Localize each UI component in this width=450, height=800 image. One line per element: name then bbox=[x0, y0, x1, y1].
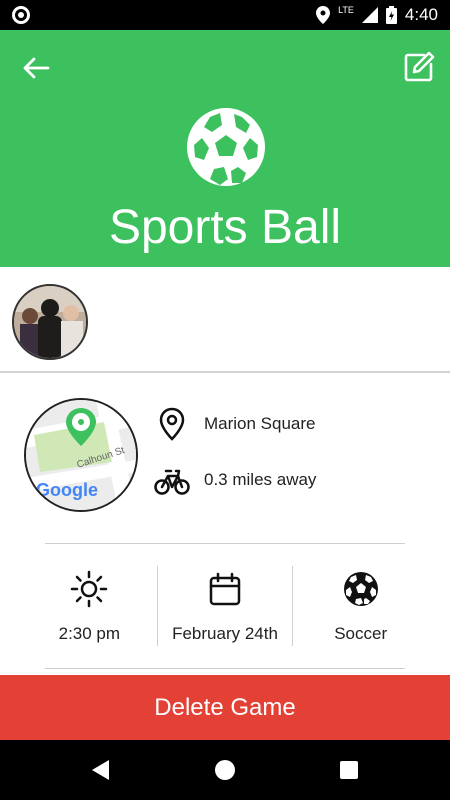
nav-back-icon[interactable] bbox=[92, 760, 109, 780]
network-type: LTE bbox=[338, 5, 354, 15]
nav-recents-icon[interactable] bbox=[340, 761, 358, 779]
divider bbox=[45, 543, 405, 544]
place-name: Marion Square bbox=[204, 414, 316, 433]
game-detail-screen: LTE 4:40 Sports Ball Calhoun St Google M… bbox=[0, 0, 450, 800]
delete-game-button[interactable]: Delete Game bbox=[0, 675, 450, 740]
google-logo: Google bbox=[36, 480, 98, 500]
calendar-icon bbox=[209, 572, 241, 606]
sport-detail: Soccer bbox=[292, 566, 428, 646]
nav-home-icon[interactable] bbox=[215, 760, 235, 780]
soccer-ball-icon bbox=[343, 572, 378, 606]
game-time: 2:30 pm bbox=[58, 624, 121, 643]
players-row bbox=[0, 267, 450, 373]
location-pin-icon bbox=[316, 6, 331, 24]
status-bar: LTE 4:40 bbox=[0, 0, 450, 30]
bicycle-icon bbox=[154, 469, 190, 495]
distance-text: 0.3 miles away bbox=[204, 470, 317, 489]
player-avatar[interactable] bbox=[12, 284, 88, 360]
back-arrow-icon[interactable] bbox=[20, 52, 52, 84]
soccer-ball-icon bbox=[187, 108, 265, 186]
avatar-photo bbox=[14, 286, 86, 358]
divider bbox=[45, 668, 405, 669]
game-date: February 24th bbox=[172, 624, 278, 643]
location-pin-icon bbox=[159, 407, 185, 441]
notification-icon bbox=[12, 6, 30, 24]
clock: 4:40 bbox=[404, 5, 438, 24]
location-map[interactable]: Calhoun St Google bbox=[24, 398, 138, 512]
battery-icon bbox=[385, 6, 397, 24]
game-header: Sports Ball bbox=[0, 30, 450, 267]
signal-icon bbox=[361, 7, 378, 23]
distance-row: 0.3 miles away bbox=[154, 462, 316, 498]
sun-icon bbox=[71, 570, 108, 608]
place-row: Marion Square bbox=[154, 406, 316, 442]
time-detail: 2:30 pm bbox=[22, 566, 157, 646]
edit-icon[interactable] bbox=[402, 50, 436, 84]
game-title: Sports Ball bbox=[108, 201, 342, 254]
game-details: 2:30 pm February 24th Soccer bbox=[22, 566, 428, 646]
status-icons: LTE 4:40 bbox=[316, 0, 438, 30]
date-detail: February 24th bbox=[156, 566, 293, 646]
system-nav-bar bbox=[0, 740, 450, 800]
map-image: Calhoun St Google bbox=[26, 400, 136, 510]
sport-type: Soccer bbox=[334, 624, 388, 643]
